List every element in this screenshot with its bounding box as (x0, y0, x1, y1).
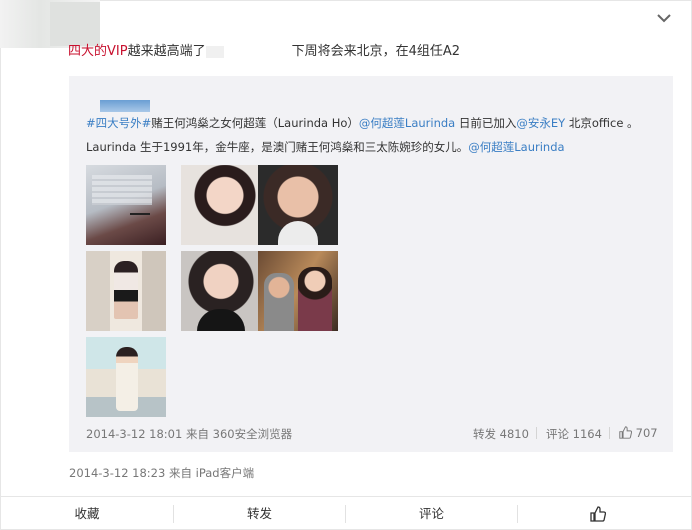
forward-button[interactable]: 转发 (174, 497, 345, 530)
repost-comment-action[interactable]: 评论 1164 (546, 426, 602, 442)
thumbs-up-icon (619, 426, 633, 439)
repost-text3: 北京office 。 (565, 116, 639, 130)
forward-count: 4810 (499, 427, 529, 441)
bar-divider (517, 505, 518, 523)
photo-thumb-2[interactable] (181, 165, 261, 245)
repost-line2-mention[interactable]: @何超莲Laurinda (468, 140, 564, 154)
post-meta[interactable]: 2014-3-12 18:23 来自 iPad客户端 (69, 465, 254, 481)
repost-like-action[interactable]: 707 (619, 426, 658, 440)
photo-thumb-1[interactable] (86, 165, 166, 245)
photo-thumb-4[interactable] (86, 251, 166, 331)
redacted-chip (205, 45, 224, 58)
favorite-button[interactable]: 收藏 (1, 497, 173, 530)
photo-shirt (278, 221, 318, 245)
photo-thumb-5[interactable] (181, 251, 261, 331)
action-divider (536, 427, 537, 439)
repost-meta[interactable]: 2014-3-12 18:01 来自 360安全浏览器 (86, 426, 292, 442)
like-count: 707 (635, 426, 658, 440)
post-text: 四大的VIP越来越高端了 下周将会来北京，在4组任A2 (68, 40, 460, 59)
repost-text1: 赌王何鸿燊之女何超莲（Laurinda Ho） (151, 116, 359, 130)
photo-thumb-7[interactable] (86, 337, 166, 417)
repost-mention1[interactable]: @何超莲Laurinda (359, 116, 455, 130)
redacted-area (205, 44, 292, 59)
bottom-action-bar: 收藏 转发 评论 (1, 496, 691, 529)
comment-button[interactable]: 评论 (346, 497, 517, 530)
repost-author-blurred (100, 100, 150, 112)
photo-figure (116, 347, 138, 411)
photo-thumb-6[interactable] (258, 251, 338, 331)
photo-person-2 (298, 267, 332, 331)
forward-label: 转发 (473, 427, 496, 441)
photo-figure (114, 261, 138, 319)
photo-screen-grid (92, 175, 152, 205)
photo-person-1 (264, 273, 294, 331)
repost-text-line1: #四大号外#赌王何鸿燊之女何超莲（Laurinda Ho）@何超莲Laurind… (86, 115, 639, 131)
repost-hashtag[interactable]: #四大号外# (86, 116, 151, 130)
comment-label: 评论 (546, 427, 569, 441)
repost-line2-text: Laurinda 生于1991年，金牛座，是澳门赌王何鸿燊和三太陈婉珍的女儿。 (86, 140, 469, 154)
post-tag[interactable]: 四大的VIP (68, 44, 128, 59)
post-text-part2: 下周将会来北京，在4组任A2 (291, 44, 461, 59)
repost-text2: 日前已加入 (455, 116, 517, 130)
thumbs-up-icon[interactable] (590, 506, 606, 522)
repost-forward-action[interactable]: 转发 4810 (473, 426, 529, 442)
photo-top (197, 309, 245, 331)
repost-text-line2: Laurinda 生于1991年，金牛座，是澳门赌王何鸿燊和三太陈婉珍的女儿。@… (86, 139, 565, 155)
repost-mention2[interactable]: @安永EY (516, 116, 565, 130)
post-text-part1: 越来越高端了 (127, 44, 206, 59)
chevron-down-icon[interactable] (654, 10, 674, 26)
comment-count: 1164 (572, 427, 602, 441)
photo-line (130, 213, 150, 215)
photo-thumb-3[interactable] (258, 165, 338, 245)
action-divider (609, 427, 610, 439)
